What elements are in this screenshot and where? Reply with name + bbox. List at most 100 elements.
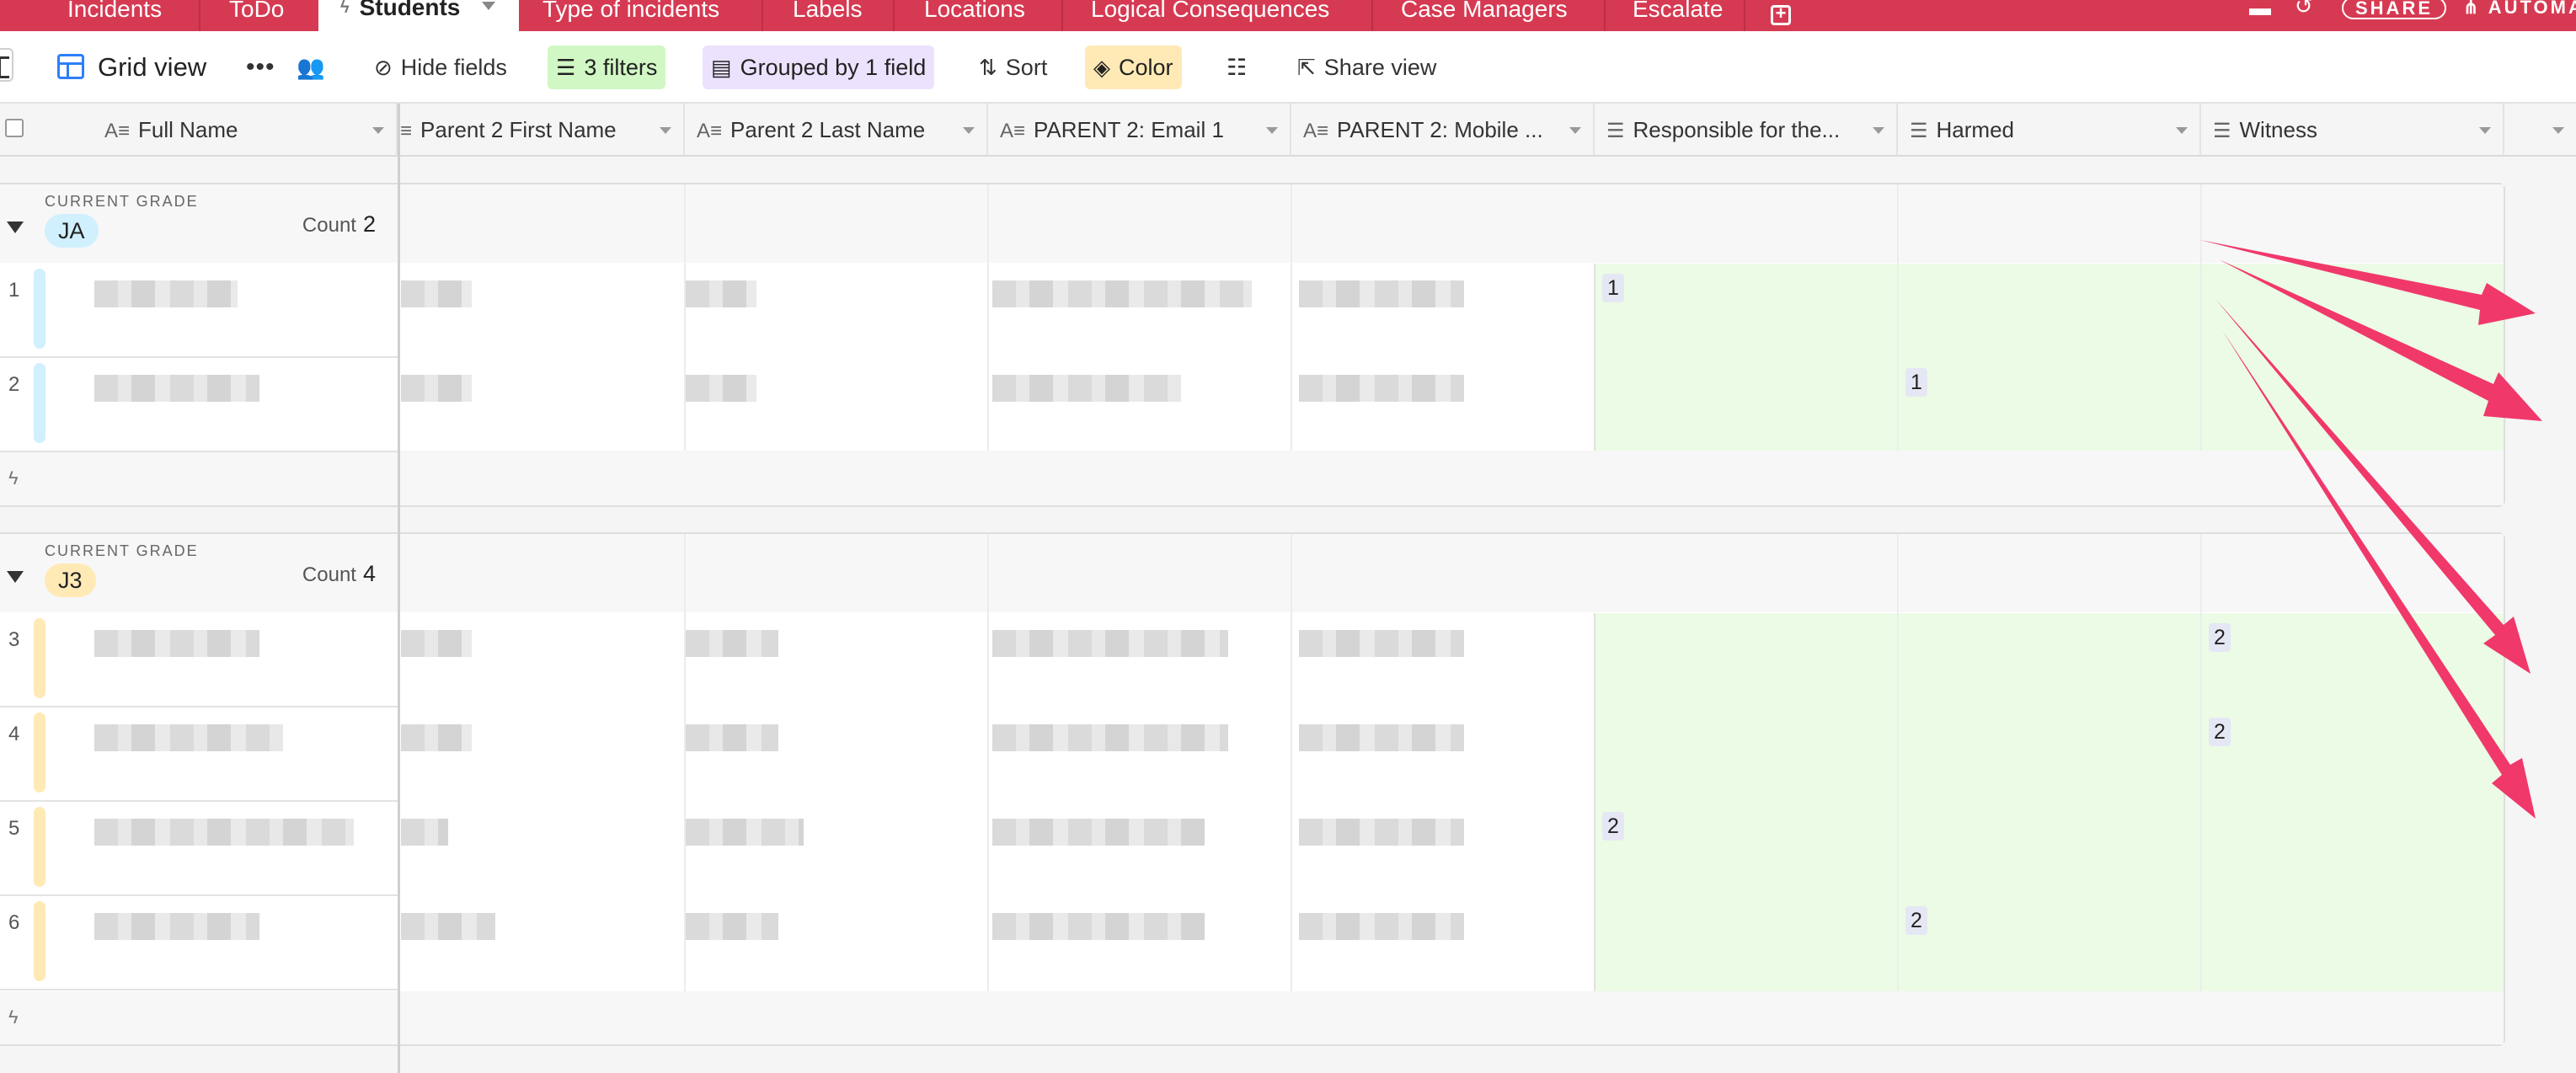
column-header-parent-2-email-1[interactable]: A≡ PARENT 2: Email 1	[988, 104, 1291, 157]
table-row[interactable]: 4	[0, 707, 398, 802]
chevron-down-icon[interactable]	[1873, 127, 1884, 134]
tab-locations[interactable]: Locations	[921, 0, 1029, 31]
sidebar-toggle-icon[interactable]	[0, 48, 13, 82]
formula-text-icon: A≡	[104, 120, 131, 142]
column-header-harmed[interactable]: ☰ Harmed	[1898, 104, 2201, 157]
group-field-label: CURRENT GRADE	[45, 193, 199, 210]
table-row[interactable]: 3	[0, 613, 398, 707]
add-field-header[interactable]	[2504, 104, 2576, 157]
eye-slash-icon: ⊘	[374, 55, 393, 80]
redacted-cell	[401, 913, 495, 940]
chevron-down-icon[interactable]	[2176, 127, 2188, 134]
column-divider	[987, 534, 989, 991]
sort-button[interactable]: ⇅ Sort	[970, 45, 1056, 89]
responsible-count[interactable]: 2	[1602, 812, 1624, 841]
row-color-indicator	[34, 618, 45, 698]
column-header-parent-2-first-name[interactable]: ≡ Parent 2 First Name	[400, 104, 685, 157]
history-icon[interactable]: ↺	[2295, 0, 2313, 17]
highlight-columns	[1594, 613, 2504, 991]
frozen-column-divider[interactable]	[398, 104, 400, 1073]
redacted-cell	[401, 375, 472, 402]
table-tab-bar: Incidents ToDo ϟ Students Type of inciden…	[0, 0, 2576, 31]
column-divider	[1897, 184, 1899, 451]
table-row[interactable]: 6	[0, 896, 398, 990]
view-switcher-button[interactable]: Grid view	[49, 45, 215, 89]
formula-text-icon: A≡	[1303, 120, 1329, 142]
hide-fields-button[interactable]: ⊘ Hide fields	[366, 45, 516, 89]
harmed-count[interactable]: 1	[1905, 368, 1927, 397]
view-menu-button[interactable]: •••	[238, 45, 284, 89]
redacted-cell	[686, 630, 778, 657]
chevron-down-icon[interactable]	[482, 2, 496, 10]
tab-students[interactable]: ϟ Students	[318, 0, 520, 31]
automations-icon: ⋔	[2463, 0, 2488, 18]
chevron-down-icon[interactable]	[660, 127, 671, 134]
more-icon: •••	[246, 53, 275, 81]
column-header-responsible[interactable]: ☰ Responsible for the...	[1595, 104, 1898, 157]
tab-escalate[interactable]: Escalate	[1629, 0, 1726, 31]
sort-icon: ⇅	[979, 55, 997, 80]
share-view-button[interactable]: ⇱ Share view	[1289, 45, 1445, 89]
row-color-indicator	[34, 807, 45, 887]
tab-case-managers[interactable]: Case Managers	[1398, 0, 1571, 31]
responsible-count[interactable]: 1	[1602, 274, 1624, 302]
redacted-cell	[1299, 819, 1464, 846]
chevron-down-icon[interactable]	[1266, 127, 1278, 134]
redacted-cell	[992, 913, 1205, 940]
redacted-cell	[686, 375, 756, 402]
group-header[interactable]: CURRENT GRADE JA Count 2	[0, 184, 398, 264]
column-header-parent-2-last-name[interactable]: A≡ Parent 2 Last Name	[685, 104, 988, 157]
redacted-cell	[686, 280, 756, 307]
chevron-down-icon[interactable]	[2479, 127, 2491, 134]
group-button[interactable]: ▤ Grouped by 1 field	[703, 45, 935, 89]
row-color-indicator	[34, 901, 45, 981]
chevron-down-icon[interactable]	[2552, 127, 2564, 134]
trash-icon[interactable]: ▬	[2249, 0, 2271, 19]
harmed-count[interactable]: 2	[1905, 906, 1927, 935]
table-row[interactable]: 2	[0, 358, 398, 452]
chevron-down-icon[interactable]	[963, 127, 975, 134]
redacted-cell	[1299, 913, 1464, 940]
chevron-down-icon[interactable]	[372, 127, 384, 134]
row-number: 6	[8, 911, 20, 934]
column-divider	[2200, 534, 2202, 991]
group-header[interactable]: CURRENT GRADE J3 Count 4	[0, 534, 398, 614]
automations-button[interactable]: ⋔ AUTOMATIONS	[2463, 0, 2576, 19]
witness-count[interactable]: 2	[2209, 718, 2231, 746]
color-button[interactable]: ◈ Color	[1085, 45, 1182, 89]
table-row[interactable]: 1	[0, 264, 398, 358]
plus-icon: +	[1771, 4, 1791, 25]
chevron-down-icon[interactable]	[1569, 127, 1581, 134]
redacted-cell	[401, 630, 472, 657]
share-button[interactable]: SHARE	[2342, 0, 2447, 19]
column-header-full-name[interactable]: A≡ Full Name	[0, 104, 398, 157]
redacted-cell	[686, 913, 778, 940]
filter-button[interactable]: ☰ 3 filters	[548, 45, 666, 89]
formula-text-icon: ≡	[400, 120, 413, 142]
tab-labels[interactable]: Labels	[789, 0, 866, 31]
column-header-parent-2-mobile[interactable]: A≡ PARENT 2: Mobile ...	[1291, 104, 1595, 157]
tab-divider	[199, 0, 200, 31]
group-value-chip: JA	[45, 214, 99, 248]
row-height-button[interactable]: ☷	[1218, 45, 1255, 89]
column-header-witness[interactable]: ☰ Witness	[2201, 104, 2504, 157]
table-row[interactable]: 5	[0, 802, 398, 896]
redacted-cell	[401, 819, 448, 846]
select-all-checkbox[interactable]	[5, 119, 24, 137]
add-record-row[interactable]: ϟ	[0, 991, 398, 1044]
collapse-group-icon[interactable]	[7, 571, 24, 583]
row-number: 1	[8, 279, 20, 302]
add-table-button[interactable]: +	[1762, 0, 1799, 30]
redacted-cell	[1299, 630, 1464, 657]
row-number: 2	[8, 373, 20, 396]
column-divider	[987, 184, 989, 451]
tab-type-of-incidents[interactable]: Type of incidents	[539, 0, 723, 31]
collaborators-button[interactable]: 👥	[288, 45, 334, 89]
tab-todo[interactable]: ToDo	[226, 0, 287, 31]
witness-count[interactable]: 2	[2209, 623, 2231, 652]
add-record-row[interactable]: ϟ	[0, 452, 398, 504]
redacted-cell	[992, 630, 1228, 657]
tab-logical-consequences[interactable]: Logical Consequences	[1088, 0, 1333, 31]
tab-incidents[interactable]: Incidents	[64, 0, 165, 31]
collapse-group-icon[interactable]	[7, 222, 24, 233]
